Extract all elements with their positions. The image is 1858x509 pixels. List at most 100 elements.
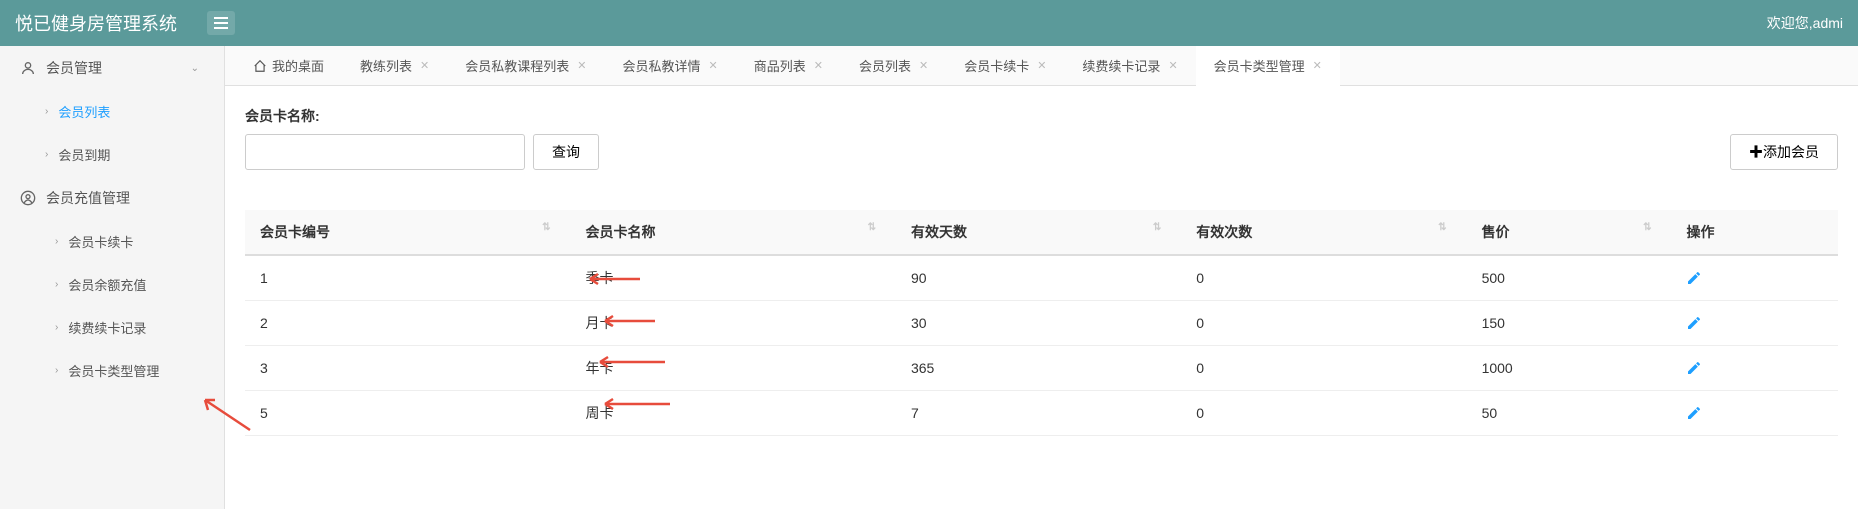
sidebar-label: 会员卡续卡 — [68, 232, 133, 251]
app-logo: 悦已健身房管理系统 — [15, 10, 177, 36]
column-header[interactable]: 有效次数⇅ — [1181, 210, 1466, 255]
edit-icon[interactable] — [1686, 405, 1823, 421]
sidebar-label: 会员卡类型管理 — [68, 361, 159, 380]
cell-name: 周卡 — [570, 391, 895, 436]
table-header-row: 会员卡编号⇅会员卡名称⇅有效天数⇅有效次数⇅售价⇅操作 — [245, 210, 1838, 255]
close-icon[interactable]: ✕ — [420, 59, 429, 72]
tab-label: 续费续卡记录 — [1082, 56, 1160, 75]
column-header[interactable]: 售价⇅ — [1467, 210, 1672, 255]
sort-icon: ⇅ — [1643, 222, 1651, 233]
cell-action — [1671, 391, 1838, 436]
tab-bar: 我的桌面教练列表✕会员私教课程列表✕会员私教详情✕商品列表✕会员列表✕会员卡续卡… — [225, 46, 1858, 86]
menu-toggle-button[interactable] — [207, 11, 235, 35]
query-button[interactable]: 查询 — [533, 134, 599, 170]
chevron-right-icon: › — [45, 106, 48, 117]
column-header[interactable]: 有效天数⇅ — [896, 210, 1181, 255]
sidebar-item-balance-recharge[interactable]: › 会员余额充值 — [0, 263, 224, 306]
close-icon[interactable]: ✕ — [814, 59, 823, 72]
sidebar-item-member-mgmt[interactable]: 会员管理 ⌄ — [0, 46, 224, 90]
plus-icon: ✚ — [1749, 144, 1763, 160]
cell-action — [1671, 301, 1838, 346]
main-content: 我的桌面教练列表✕会员私教课程列表✕会员私教详情✕商品列表✕会员列表✕会员卡续卡… — [225, 46, 1858, 509]
sort-icon: ⇅ — [1153, 222, 1161, 233]
cell-days: 90 — [896, 255, 1181, 301]
column-header[interactable]: 会员卡编号⇅ — [245, 210, 570, 255]
add-member-button[interactable]: ✚添加会员 — [1730, 134, 1838, 170]
cell-name: 年卡 — [570, 346, 895, 391]
column-header[interactable]: 操作 — [1671, 210, 1838, 255]
cell-days: 7 — [896, 391, 1181, 436]
sidebar-item-member-list[interactable]: › 会员列表 — [0, 90, 224, 133]
circle-user-icon — [20, 190, 36, 206]
sidebar-label: 会员余额充值 — [68, 275, 146, 294]
sidebar-item-card-renew[interactable]: › 会员卡续卡 — [0, 220, 224, 263]
cell-name: 月卡 — [570, 301, 895, 346]
cell-action — [1671, 255, 1838, 301]
cell-id: 1 — [245, 255, 570, 301]
tab-label: 会员私教课程列表 — [465, 56, 569, 75]
sort-icon: ⇅ — [1438, 222, 1446, 233]
tab-6[interactable]: 会员卡续卡 ✕ — [946, 46, 1064, 86]
tab-1[interactable]: 教练列表 ✕ — [342, 46, 447, 86]
card-name-input[interactable] — [245, 134, 525, 170]
tab-label: 商品列表 — [754, 56, 806, 75]
tab-0[interactable]: 我的桌面 — [235, 46, 342, 86]
card-type-table: 会员卡编号⇅会员卡名称⇅有效天数⇅有效次数⇅售价⇅操作 1季卡9005002月卡… — [245, 210, 1838, 436]
tab-label: 会员卡类型管理 — [1214, 56, 1305, 75]
cell-action — [1671, 346, 1838, 391]
close-icon[interactable]: ✕ — [709, 59, 718, 72]
chevron-down-icon: ⌄ — [191, 63, 199, 74]
cell-price: 50 — [1467, 391, 1672, 436]
tab-label: 我的桌面 — [272, 56, 324, 75]
cell-times: 0 — [1181, 301, 1466, 346]
cell-name: 季卡 — [570, 255, 895, 301]
cell-price: 1000 — [1467, 346, 1672, 391]
query-bar: 会员卡名称: 查询 ✚添加会员 — [245, 106, 1838, 170]
close-icon[interactable]: ✕ — [577, 59, 586, 72]
table-row: 5周卡7050 — [245, 391, 1838, 436]
chevron-right-icon: › — [55, 322, 58, 333]
cell-days: 30 — [896, 301, 1181, 346]
sidebar-item-card-type-mgmt[interactable]: › 会员卡类型管理 — [0, 349, 224, 392]
sort-icon: ⇅ — [868, 222, 876, 233]
cell-price: 150 — [1467, 301, 1672, 346]
tab-label: 会员列表 — [859, 56, 911, 75]
sidebar-item-recharge-mgmt[interactable]: 会员充值管理 — [0, 176, 224, 220]
close-icon[interactable]: ✕ — [1168, 59, 1177, 72]
sidebar: 会员管理 ⌄ › 会员列表 › 会员到期 会员充值管理 › 会员卡续卡 › 会员… — [0, 46, 225, 509]
sidebar-item-renew-record[interactable]: › 续费续卡记录 — [0, 306, 224, 349]
tab-2[interactable]: 会员私教课程列表 ✕ — [447, 46, 604, 86]
tab-8[interactable]: 会员卡类型管理 ✕ — [1196, 46, 1340, 86]
table-row: 1季卡900500 — [245, 255, 1838, 301]
tab-5[interactable]: 会员列表 ✕ — [841, 46, 946, 86]
welcome-text: 欢迎您,admi — [1767, 13, 1843, 33]
app-header: 悦已健身房管理系统 欢迎您,admi — [0, 0, 1858, 46]
sidebar-label: 续费续卡记录 — [68, 318, 146, 337]
close-icon[interactable]: ✕ — [1313, 59, 1322, 72]
edit-icon[interactable] — [1686, 315, 1823, 331]
close-icon[interactable]: ✕ — [919, 59, 928, 72]
cell-days: 365 — [896, 346, 1181, 391]
cell-times: 0 — [1181, 255, 1466, 301]
close-icon[interactable]: ✕ — [1037, 59, 1046, 72]
cell-times: 0 — [1181, 391, 1466, 436]
edit-icon[interactable] — [1686, 270, 1823, 286]
query-label: 会员卡名称: — [245, 106, 525, 126]
sidebar-label: 会员列表 — [58, 102, 110, 121]
table-row: 3年卡36501000 — [245, 346, 1838, 391]
tab-label: 会员卡续卡 — [964, 56, 1029, 75]
edit-icon[interactable] — [1686, 360, 1823, 376]
user-icon — [20, 60, 36, 76]
tab-7[interactable]: 续费续卡记录 ✕ — [1064, 46, 1195, 86]
sidebar-item-member-expire[interactable]: › 会员到期 — [0, 133, 224, 176]
column-header[interactable]: 会员卡名称⇅ — [570, 210, 895, 255]
tab-3[interactable]: 会员私教详情 ✕ — [604, 46, 735, 86]
chevron-right-icon: › — [55, 279, 58, 290]
home-icon — [253, 59, 267, 73]
cell-id: 2 — [245, 301, 570, 346]
tab-label: 教练列表 — [360, 56, 412, 75]
tab-4[interactable]: 商品列表 ✕ — [736, 46, 841, 86]
cell-id: 5 — [245, 391, 570, 436]
tab-label: 会员私教详情 — [622, 56, 700, 75]
chevron-right-icon: › — [45, 149, 48, 160]
